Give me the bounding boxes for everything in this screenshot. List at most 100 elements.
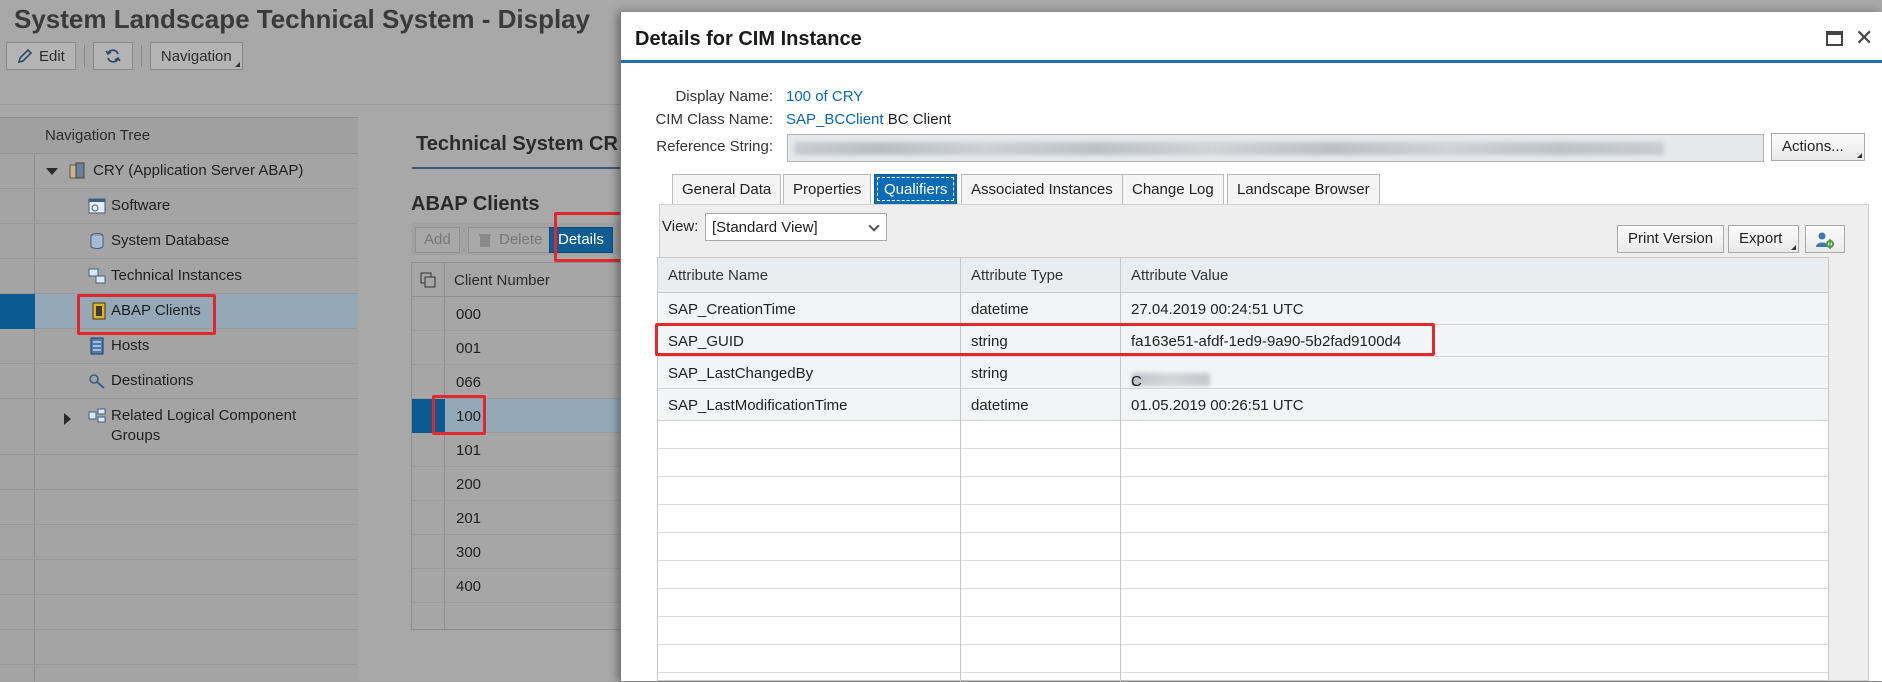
display-name-label: Display Name: xyxy=(675,88,773,105)
navigation-button-label: Navigation xyxy=(160,47,232,65)
destinations-icon xyxy=(89,374,105,389)
view-select-value: [Standard View] xyxy=(712,219,818,236)
tree-empty-row xyxy=(0,560,358,595)
print-version-button[interactable]: Print Version xyxy=(1617,225,1725,253)
tree-item-label: Destinations xyxy=(111,372,194,389)
attribute-value-cell: 27.04.2019 00:24:51 UTC xyxy=(1131,301,1304,318)
pencil-icon xyxy=(17,48,33,64)
redacted-text xyxy=(794,142,1664,155)
delete-button[interactable]: Delete xyxy=(468,227,552,253)
empty-row xyxy=(658,617,1828,645)
empty-row xyxy=(658,533,1828,561)
tab-change-log[interactable]: Change Log xyxy=(1122,174,1224,204)
technical-system-panel: Technical System CR ABAP Clients Add Del… xyxy=(380,117,652,681)
dropdown-corner-icon xyxy=(234,62,240,67)
personalize-icon xyxy=(1816,232,1834,249)
table-row[interactable]: 001 xyxy=(412,331,642,365)
attribute-name-header[interactable]: Attribute Name xyxy=(668,267,768,284)
table-row[interactable]: 400 xyxy=(412,569,642,603)
attribute-type-cell: datetime xyxy=(971,301,1029,318)
tree-empty-row xyxy=(0,490,358,525)
table-row[interactable]: SAP_LastModificationTime datetime 01.05.… xyxy=(658,389,1828,421)
client-number-cell: 066 xyxy=(456,374,482,391)
divider xyxy=(412,167,652,169)
tab-landscape-browser[interactable]: Landscape Browser xyxy=(1227,174,1380,204)
column-divider xyxy=(1120,258,1121,682)
tab-general-data[interactable]: General Data xyxy=(672,174,782,204)
attribute-name-cell: SAP_LastChangedBy xyxy=(668,365,814,382)
table-row[interactable]: 200 xyxy=(412,467,642,501)
hosts-icon xyxy=(90,337,104,355)
tree-item-related-logical-component-groups[interactable]: Related Logical Component Groups xyxy=(0,399,358,455)
tree-item-label: Hosts xyxy=(111,337,150,354)
tab-qualifiers[interactable]: Qualifiers xyxy=(874,174,958,204)
attributes-table: Attribute Name Attribute Type Attribute … xyxy=(657,257,1829,682)
refresh-icon xyxy=(105,49,121,63)
export-button-label: Export xyxy=(1739,230,1783,247)
logical-component-icon xyxy=(88,408,106,423)
reference-string-field[interactable] xyxy=(787,134,1764,162)
expand-arrow-icon[interactable] xyxy=(64,413,71,425)
cim-class-link[interactable]: SAP_BCClient xyxy=(786,111,884,128)
table-row[interactable]: 201 xyxy=(412,501,642,535)
client-number-cell: 300 xyxy=(456,544,482,561)
value-suffix: C xyxy=(1131,373,1142,390)
tab-associated-instances[interactable]: Associated Instances xyxy=(961,174,1123,204)
table-header: Attribute Name Attribute Type Attribute … xyxy=(658,258,1828,293)
navigation-tree: Navigation Tree CRY (Application Server … xyxy=(0,117,358,682)
software-icon xyxy=(88,198,106,214)
empty-row xyxy=(658,645,1828,673)
collapse-arrow-icon[interactable] xyxy=(46,168,58,175)
empty-row xyxy=(658,449,1828,477)
table-row[interactable]: 300 xyxy=(412,535,642,569)
view-label: View: xyxy=(662,218,699,235)
tree-item-label: CRY (Application Server ABAP) xyxy=(93,162,304,179)
refresh-button[interactable] xyxy=(92,42,133,70)
edit-button[interactable]: Edit xyxy=(6,42,76,70)
attribute-type-header[interactable]: Attribute Type xyxy=(971,267,1063,284)
view-select[interactable]: [Standard View] xyxy=(705,213,887,241)
actions-menu-button[interactable]: Actions... xyxy=(1771,133,1865,161)
navigation-menu-button[interactable]: Navigation xyxy=(149,42,243,70)
tree-item-technical-instances[interactable]: Technical Instances xyxy=(0,259,358,294)
tab-properties[interactable]: Properties xyxy=(783,174,872,204)
maximize-icon[interactable] xyxy=(1826,31,1843,46)
attribute-type-cell: datetime xyxy=(971,397,1029,414)
attribute-name-cell: SAP_CreationTime xyxy=(668,301,796,318)
empty-row xyxy=(658,477,1828,505)
table-row[interactable]: SAP_LastChangedBy string SC xyxy=(658,357,1828,390)
client-number-cell: 101 xyxy=(456,442,482,459)
add-button[interactable]: Add xyxy=(415,227,460,253)
attribute-value-cell: 01.05.2019 00:26:51 UTC xyxy=(1131,397,1304,414)
empty-row xyxy=(658,561,1828,589)
dialog-title-underline xyxy=(621,60,1882,63)
database-icon xyxy=(90,233,104,249)
tree-item-label: Related Logical Component Groups xyxy=(111,407,297,444)
edit-button-label: Edit xyxy=(39,47,65,65)
personalize-button[interactable] xyxy=(1805,225,1845,253)
tree-empty-row xyxy=(0,595,358,630)
table-row[interactable]: 000 xyxy=(412,297,642,331)
export-menu-button[interactable]: Export xyxy=(1728,225,1800,253)
client-number-cell: 000 xyxy=(456,306,482,323)
tree-item-cry[interactable]: CRY (Application Server ABAP) xyxy=(0,154,358,189)
highlight-abap-clients xyxy=(77,294,216,335)
tree-item-system-database[interactable]: System Database xyxy=(0,224,358,259)
tree-item-label: Technical Instances xyxy=(111,267,242,284)
toolbar-separator xyxy=(83,45,85,67)
table-row[interactable]: 066 xyxy=(412,365,642,399)
dropdown-corner-icon xyxy=(1857,153,1862,158)
attribute-value-header[interactable]: Attribute Value xyxy=(1131,267,1228,284)
close-icon[interactable]: ✕ xyxy=(1855,27,1873,49)
client-number-cell: 001 xyxy=(456,340,482,357)
tree-item-destinations[interactable]: Destinations xyxy=(0,364,358,399)
client-number-header: Client Number xyxy=(454,272,550,289)
select-all-icon[interactable] xyxy=(420,272,436,288)
tree-item-label: Software xyxy=(111,197,171,214)
client-number-cell: 201 xyxy=(456,510,482,527)
dropdown-corner-icon xyxy=(1791,245,1797,250)
table-row[interactable]: SAP_CreationTime datetime 27.04.2019 00:… xyxy=(658,293,1828,325)
table-row[interactable]: 101 xyxy=(412,433,642,467)
tree-item-software[interactable]: Software xyxy=(0,189,358,224)
display-name-link[interactable]: 100 of CRY xyxy=(786,88,863,105)
